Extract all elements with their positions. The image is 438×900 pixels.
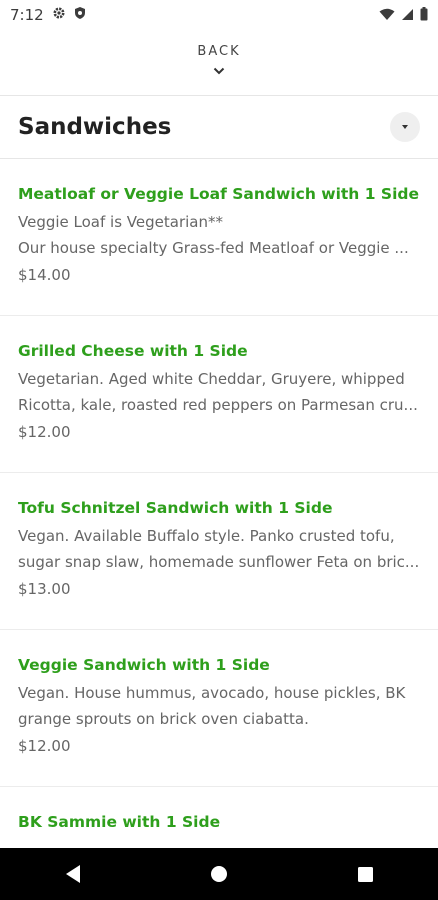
chevron-down-icon (213, 60, 225, 79)
nav-back-button[interactable] (43, 848, 103, 900)
section-header[interactable]: Sandwiches (0, 96, 438, 158)
item-desc-line: Our house specialty Grass-fed Meatloaf o… (18, 239, 409, 257)
item-description: Vegan. House hummus, avocado, house pick… (18, 680, 420, 732)
status-bar: 7:12 (0, 0, 438, 30)
wifi-icon (379, 6, 395, 25)
item-desc-line: Vegan. House hummus, avocado, house pick… (18, 684, 406, 702)
back-label: BACK (197, 44, 241, 59)
menu-item[interactable]: BK Sammie with 1 Side (0, 787, 438, 849)
home-circle-icon (211, 866, 227, 882)
system-nav-bar (0, 848, 438, 900)
item-price: $13.00 (18, 580, 71, 598)
status-time: 7:12 (10, 6, 44, 24)
item-description: Vegan. Available Buffalo style. Panko cr… (18, 523, 420, 575)
item-name: Grilled Cheese with 1 Side (18, 342, 248, 360)
collapse-section-button[interactable] (390, 112, 420, 142)
back-button[interactable]: BACK (0, 30, 438, 96)
status-left: 7:12 (10, 6, 86, 24)
menu-item[interactable]: Meatloaf or Veggie Loaf Sandwich with 1 … (0, 159, 438, 316)
settings-icon (52, 6, 66, 24)
caret-down-icon (402, 125, 408, 129)
signal-icon (401, 6, 414, 25)
back-triangle-icon (66, 865, 80, 883)
shield-icon (74, 6, 86, 24)
item-name: Veggie Sandwich with 1 Side (18, 656, 270, 674)
item-name: Meatloaf or Veggie Loaf Sandwich with 1 … (18, 185, 419, 203)
item-price: $12.00 (18, 737, 71, 755)
battery-icon (420, 6, 428, 25)
item-price: $12.00 (18, 423, 71, 441)
recents-square-icon (357, 866, 373, 882)
item-price: $14.00 (18, 266, 71, 284)
item-desc-line: Vegetarian. Aged white Cheddar, Gruyere,… (18, 370, 405, 388)
item-name: Tofu Schnitzel Sandwich with 1 Side (18, 499, 333, 517)
menu-item[interactable]: Tofu Schnitzel Sandwich with 1 Side Vega… (0, 473, 438, 630)
item-description: Vegetarian. Aged white Cheddar, Gruyere,… (18, 366, 420, 418)
item-desc-line: Veggie Loaf is Vegetarian** (18, 213, 223, 231)
status-right (379, 6, 428, 25)
item-description: Veggie Loaf is Vegetarian** Our house sp… (18, 209, 420, 261)
item-desc-line: Vegan. Available Buffalo style. Panko cr… (18, 527, 395, 545)
item-desc-line: sugar snap slaw, homemade sunflower Feta… (18, 553, 420, 571)
nav-recents-button[interactable] (335, 848, 395, 900)
item-name: BK Sammie with 1 Side (18, 813, 221, 831)
menu-list: Meatloaf or Veggie Loaf Sandwich with 1 … (0, 159, 438, 849)
item-desc-line: grange sprouts on brick oven ciabatta. (18, 710, 309, 728)
menu-item[interactable]: Veggie Sandwich with 1 Side Vegan. House… (0, 630, 438, 787)
menu-item[interactable]: Grilled Cheese with 1 Side Vegetarian. A… (0, 316, 438, 473)
nav-home-button[interactable] (189, 848, 249, 900)
section-title: Sandwiches (18, 114, 172, 140)
item-desc-line: Ricotta, kale, roasted red peppers on Pa… (18, 396, 418, 414)
